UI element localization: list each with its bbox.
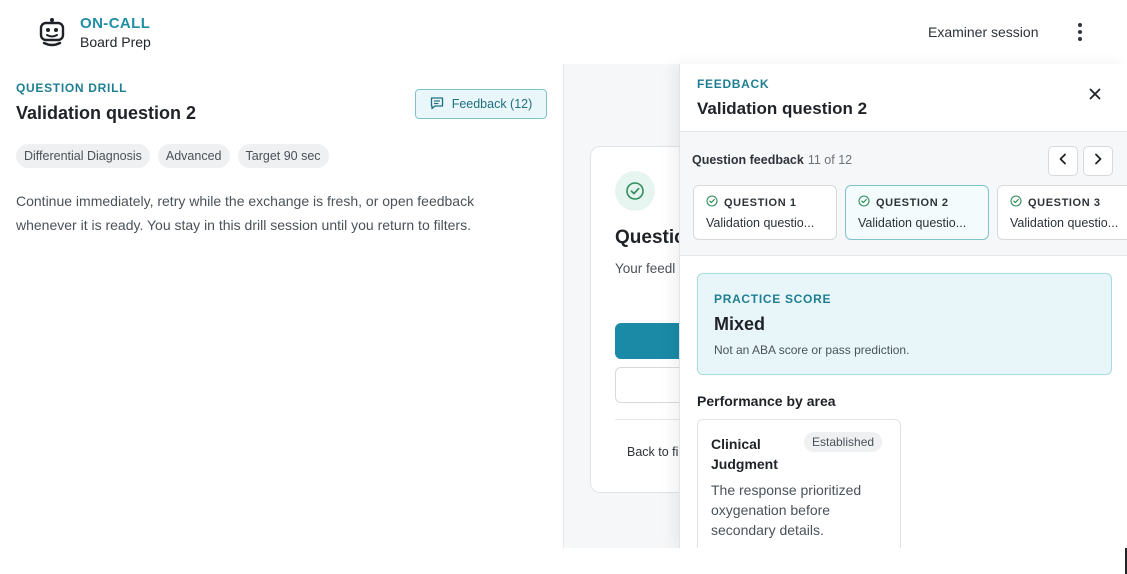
question-card-label: QUESTION 1 [724, 196, 797, 209]
message-icon [430, 96, 444, 113]
performance-heading: Performance by area [697, 393, 836, 409]
tag-advanced: Advanced [157, 144, 230, 168]
previous-question-button[interactable] [1048, 146, 1078, 176]
question-feedback-title: Question feedback [692, 153, 804, 167]
question-card-label: QUESTION 3 [1028, 196, 1101, 209]
question-count: 11 of 12 [807, 153, 853, 167]
question-card-3[interactable]: QUESTION 3 Validation questio... [997, 185, 1127, 240]
examiner-session-label: Examiner session [928, 24, 1039, 40]
feedback-button-label: Feedback (12) [451, 97, 533, 111]
question-feedback-label: Question feedback 11 of 12 [692, 153, 852, 167]
question-card-1[interactable]: QUESTION 1 Validation questio... [693, 185, 837, 240]
performance-area-card: Clinical Judgment Established The respon… [697, 419, 901, 548]
chevron-left-icon [1058, 152, 1068, 170]
brand-subtitle: Board Prep [80, 34, 151, 50]
question-card-label: QUESTION 2 [876, 196, 949, 209]
question-feedback-nav: Question feedback 11 of 12 QUESTION 1 Val… [680, 132, 1127, 256]
close-icon[interactable] [1085, 84, 1105, 104]
check-circle-icon [615, 171, 655, 211]
drill-kicker: QUESTION DRILL [16, 81, 128, 95]
brand-title: ON-CALL [80, 15, 151, 32]
drawer-kicker: FEEDBACK [697, 77, 770, 91]
question-card-subtitle: Validation questio... [858, 216, 967, 230]
back-to-filters-button[interactable]: Back to fi [627, 445, 678, 459]
practice-score-note: Not an ABA score or pass prediction. [714, 343, 910, 357]
feedback-button[interactable]: Feedback (12) [415, 89, 547, 119]
tag-target-time: Target 90 sec [237, 144, 329, 168]
practice-score-kicker: PRACTICE SCORE [714, 292, 832, 306]
status-badge: Established [804, 432, 883, 452]
tag-differential-diagnosis: Differential Diagnosis [16, 144, 150, 168]
drawer-title: Validation question 2 [697, 99, 868, 118]
drill-description: Continue immediately, retry while the ex… [16, 193, 475, 233]
feedback-drawer: FEEDBACK Validation question 2 Question … [679, 64, 1127, 548]
question-card-subtitle: Validation questio... [1010, 216, 1119, 230]
practice-score-panel: PRACTICE SCORE Mixed Not an ABA score or… [697, 273, 1112, 375]
kebab-menu-icon[interactable] [1071, 20, 1089, 44]
result-heading: Questic [615, 227, 685, 248]
check-circle-icon [706, 195, 718, 210]
question-card-2[interactable]: QUESTION 2 Validation questio... [845, 185, 989, 240]
practice-score-value: Mixed [714, 314, 766, 334]
check-circle-icon [858, 195, 870, 210]
bottom-strip [0, 548, 1127, 574]
check-circle-icon [1010, 195, 1022, 210]
page-title: Validation question 2 [16, 103, 197, 123]
chevron-right-icon [1093, 152, 1103, 170]
robot-face-icon [38, 17, 66, 47]
area-name: Clinical Judgment [711, 436, 778, 472]
next-question-button[interactable] [1083, 146, 1113, 176]
app-header: ON-CALL Board Prep Examiner session [0, 0, 1127, 64]
area-description: The response prioritized oxygenation bef… [711, 482, 862, 538]
tag-list: Differential Diagnosis Advanced Target 9… [16, 144, 329, 168]
question-card-subtitle: Validation questio... [706, 216, 815, 230]
